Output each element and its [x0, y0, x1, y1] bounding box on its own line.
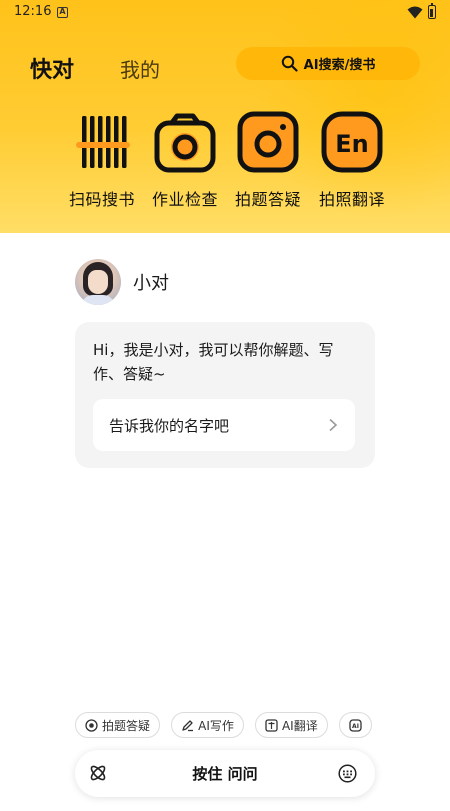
search-icon — [281, 55, 298, 72]
bot-name: 小对 — [133, 273, 169, 294]
chip-ai[interactable]: AI — [338, 712, 372, 738]
suggestion-button[interactable]: 告诉我你的名字吧 — [93, 399, 355, 451]
chip-label: 拍题答疑 — [102, 718, 151, 733]
svg-text:En: En — [335, 130, 368, 158]
tool-label: 拍照翻译 — [318, 190, 385, 209]
tool-scan-book[interactable]: 扫码搜书 — [60, 110, 144, 210]
search-label: AI搜索/搜书 — [303, 58, 376, 73]
chip-ai-translate[interactable]: AI翻译 — [254, 712, 328, 738]
camera-icon — [85, 718, 98, 732]
tool-grid: 扫码搜书 作业检查 拍题答疑 En 拍照翻译 — [60, 110, 395, 220]
tool-homework-check[interactable]: 作业检查 — [143, 110, 227, 210]
quick-action-chips: 拍题答疑 AI写作 AI翻译 AI — [75, 712, 375, 739]
camera-check-icon — [154, 113, 216, 173]
tab-kuaidui[interactable]: 快对 — [30, 52, 74, 84]
tool-photo-answer[interactable]: 拍题答疑 — [226, 110, 310, 210]
keyboard-icon[interactable] — [338, 764, 357, 783]
translate-icon — [265, 718, 278, 732]
tool-photo-translate[interactable]: En 拍照翻译 — [310, 110, 394, 210]
camera-icon — [237, 111, 299, 173]
chip-photo-answer[interactable]: 拍题答疑 — [75, 712, 161, 738]
pen-icon — [182, 719, 194, 731]
tab-mine[interactable]: 我的 — [120, 54, 160, 83]
chip-label: AI写作 — [198, 718, 234, 733]
ai-search-button[interactable]: AI搜索/搜书 — [236, 47, 420, 80]
status-time: 12:16 — [14, 4, 52, 19]
notification-icon: A — [57, 7, 68, 18]
ai-icon: AI — [349, 718, 362, 732]
voice-input-bar[interactable]: 按住 问问 — [75, 750, 375, 797]
chat-message-card: Hi，我是小对，我可以帮你解题、写作、答疑~ 告诉我你的名字吧 — [75, 322, 375, 468]
avatar[interactable] — [75, 259, 121, 305]
barcode-icon — [76, 116, 130, 168]
chip-ai-writing[interactable]: AI写作 — [171, 712, 244, 738]
wifi-icon — [407, 6, 423, 19]
tool-label: 扫码搜书 — [68, 190, 135, 209]
battery-icon — [428, 3, 436, 19]
bot-greeting: Hi，我是小对，我可以帮你解题、写作、答疑~ — [93, 341, 334, 383]
svg-text:AI: AI — [352, 723, 359, 730]
hold-to-ask-label: 按住 问问 — [192, 765, 258, 783]
chip-label: AI翻译 — [281, 718, 318, 733]
bot-header: 小对 — [75, 258, 169, 306]
tool-label: 作业检查 — [151, 190, 218, 209]
chevron-right-icon — [329, 418, 338, 432]
translate-icon: En — [321, 111, 383, 173]
tool-label: 拍题答疑 — [234, 190, 301, 209]
suggestion-label: 告诉我你的名字吧 — [109, 416, 230, 435]
status-bar: 12:16 A — [0, 0, 450, 26]
